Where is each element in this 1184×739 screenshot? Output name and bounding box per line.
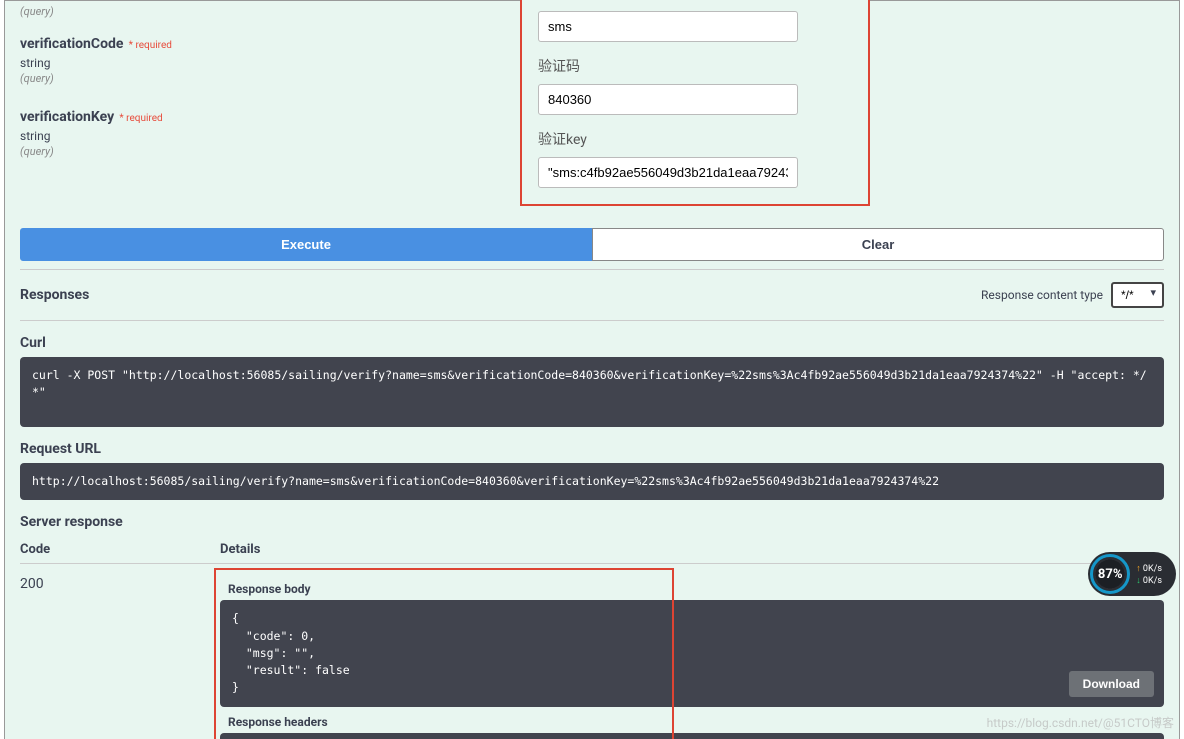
param-type: string — [20, 129, 500, 143]
code-header: Code — [20, 542, 220, 557]
curl-label: Curl — [20, 335, 1164, 351]
param-name-verificationCode: verificationCode — [20, 36, 123, 52]
widget-download: 0K/s — [1136, 575, 1162, 586]
response-headers: content-type: application/json;charset=U… — [220, 733, 1164, 739]
code-label: 验证码 — [538, 56, 852, 76]
request-url-label: Request URL — [20, 441, 1164, 457]
param-name-verificationKey: verificationKey — [20, 109, 114, 125]
clear-button[interactable]: Clear — [592, 228, 1164, 261]
key-label: 验证key — [538, 129, 852, 149]
param-type: string — [20, 56, 500, 70]
responses-title: Responses — [20, 287, 89, 303]
param-required-badge: * required — [129, 40, 172, 51]
download-button[interactable]: Download — [1069, 671, 1154, 697]
widget-percent: 87% — [1090, 554, 1130, 594]
form-highlight-box: 验证码 验证key — [520, 0, 870, 206]
execute-button[interactable]: Execute — [20, 228, 592, 261]
watermark: https://blog.csdn.net/@51CTO博客 — [987, 714, 1174, 731]
content-type-select[interactable]: */* — [1111, 282, 1164, 308]
param-required-badge: * required — [119, 113, 162, 124]
content-type-label: Response content type — [981, 288, 1103, 302]
param-in: (query) — [20, 72, 500, 85]
param-in: (query) — [20, 145, 500, 158]
response-body: { "code": 0, "msg": "", "result": false … — [220, 600, 1164, 706]
network-widget[interactable]: 87% 0K/s 0K/s — [1088, 552, 1176, 596]
server-response-label: Server response — [20, 514, 1164, 530]
widget-upload: 0K/s — [1136, 563, 1162, 574]
details-header: Details — [220, 542, 1164, 557]
request-url-value: http://localhost:56085/sailing/verify?na… — [20, 463, 1164, 500]
verification-code-input[interactable] — [538, 84, 798, 115]
response-body-label: Response body — [228, 582, 1164, 596]
curl-command: curl -X POST "http://localhost:56085/sai… — [20, 357, 1164, 427]
verification-key-input[interactable] — [538, 157, 798, 188]
status-code: 200 — [20, 576, 220, 739]
name-input[interactable] — [538, 11, 798, 42]
